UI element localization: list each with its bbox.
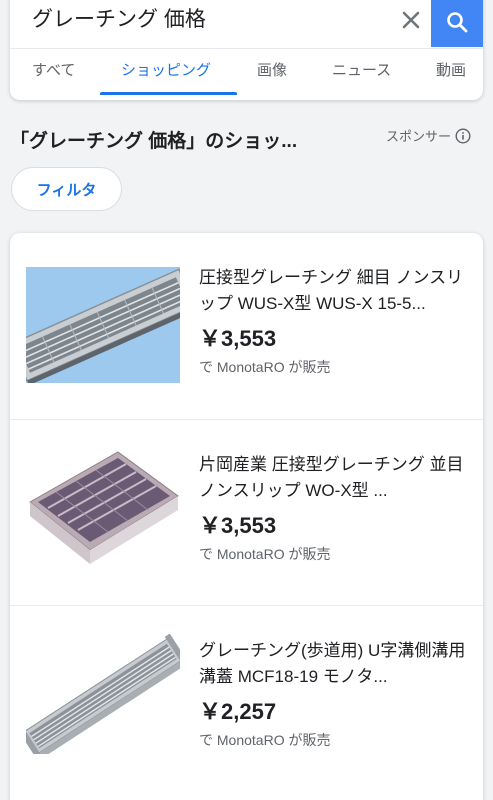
product-seller: で MonotaRO が販売 xyxy=(199,732,331,748)
sponsored-label[interactable]: スポンサー xyxy=(386,126,471,145)
search-button[interactable] xyxy=(431,0,483,47)
product-title[interactable]: 片岡産業 圧接型グレーチング 並目 ノンスリップ WO-X型 ... xyxy=(199,452,469,504)
product-image[interactable] xyxy=(26,634,180,754)
product-title[interactable]: 圧接型グレーチング 細目 ノンスリップ WUS-X型 WUS-X 15-5... xyxy=(199,265,469,317)
tab-news[interactable]: ニュース xyxy=(332,49,391,100)
section-title: 「グレーチング 価格」のショッ... xyxy=(10,131,298,152)
product-item[interactable]: グレーチング(歩道用) U字溝側溝用 溝蓋 MCF18-19 モノタ... ￥2… xyxy=(10,605,483,791)
product-info: 圧接型グレーチング 細目 ノンスリップ WUS-X型 WUS-X 15-5...… xyxy=(199,265,469,377)
search-bar: グレーチング 価格 xyxy=(10,0,483,48)
tab-bar: すべて ショッピング 画像 ニュース 動画 xyxy=(10,48,483,100)
product-info: グレーチング(歩道用) U字溝側溝用 溝蓋 MCF18-19 モノタ... ￥2… xyxy=(199,638,469,750)
close-icon xyxy=(402,11,420,29)
search-icon xyxy=(447,11,468,32)
product-results: 圧接型グレーチング 細目 ノンスリップ WUS-X型 WUS-X 15-5...… xyxy=(10,233,483,800)
page: グレーチング 価格 すべて ショッピング 画像 ニュース 動画 「グレーチング … xyxy=(0,0,493,800)
tab-all[interactable]: すべて xyxy=(32,49,75,100)
product-seller: で MonotaRO が販売 xyxy=(199,359,331,375)
filter-button[interactable]: フィルタ xyxy=(11,167,122,211)
sponsor-text: スポンサー xyxy=(385,129,451,144)
tab-videos[interactable]: 動画 xyxy=(436,49,466,100)
product-item[interactable]: 片岡産業 圧接型グレーチング 並目 ノンスリップ WO-X型 ... ￥3,55… xyxy=(10,419,483,605)
info-icon xyxy=(455,127,471,144)
product-price: ￥3,553 xyxy=(199,513,277,538)
search-input[interactable]: グレーチング 価格 xyxy=(32,6,206,34)
active-tab-indicator xyxy=(100,92,237,95)
product-info: 片岡産業 圧接型グレーチング 並目 ノンスリップ WO-X型 ... ￥3,55… xyxy=(199,452,469,564)
product-item[interactable]: 圧接型グレーチング 細目 ノンスリップ WUS-X型 WUS-X 15-5...… xyxy=(10,233,483,419)
product-price: ￥2,257 xyxy=(199,699,277,724)
clear-button[interactable] xyxy=(397,5,425,35)
product-image[interactable] xyxy=(26,267,180,383)
search-card: グレーチング 価格 すべて ショッピング 画像 ニュース 動画 xyxy=(10,0,483,100)
product-seller: で MonotaRO が販売 xyxy=(199,546,331,562)
tab-images[interactable]: 画像 xyxy=(257,49,287,100)
product-image[interactable] xyxy=(26,444,180,574)
product-title[interactable]: グレーチング(歩道用) U字溝側溝用 溝蓋 MCF18-19 モノタ... xyxy=(199,638,469,690)
product-price: ￥3,553 xyxy=(199,326,277,351)
